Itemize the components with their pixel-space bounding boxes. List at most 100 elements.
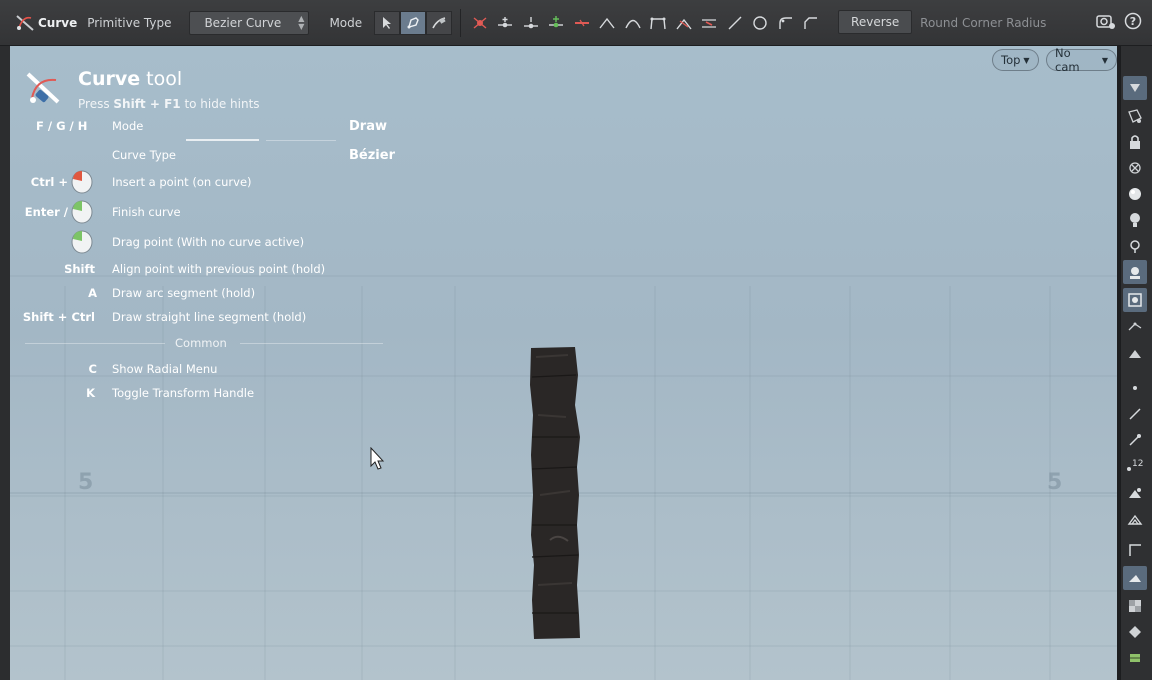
grid-plane-icon[interactable] [1123, 566, 1147, 590]
lock-icon[interactable] [1123, 130, 1147, 154]
mode-indicator-active [186, 139, 259, 141]
curve-tool-large-icon [26, 72, 60, 104]
hint-row-label: Show Radial Menu [112, 362, 218, 376]
straighten-icon[interactable] [722, 11, 748, 35]
mouse-drag-icon [71, 230, 93, 254]
spinner-arrows-icon: ▲ ▼ [298, 14, 305, 31]
mode-label: Mode [329, 16, 363, 30]
section-common-label: Common [175, 336, 227, 350]
primitive-type-value: Bezier Curve [204, 16, 282, 30]
camera-menu-button[interactable]: No cam ▼ [1046, 46, 1117, 74]
hint-key-k: K [86, 386, 95, 400]
point-light-icon[interactable] [1123, 234, 1147, 258]
hint-row-label: Insert a point (on curve) [112, 175, 252, 189]
break-corner-icon[interactable] [671, 11, 697, 35]
hint-row-label: Draw arc segment (hold) [112, 286, 256, 300]
delete-segment-icon[interactable] [569, 11, 595, 35]
diamond-display-icon[interactable] [1123, 620, 1147, 644]
draw-mode-button[interactable] [400, 11, 427, 35]
add-end-point-icon[interactable] [544, 11, 570, 35]
split-point-icon[interactable] [518, 11, 544, 35]
dropdown-arrow-icon: ▼ [1023, 55, 1030, 65]
reference-plane-icon[interactable] [1123, 288, 1147, 312]
vertex-normals-icon[interactable] [1123, 428, 1147, 452]
uv-display-icon[interactable] [1123, 646, 1147, 670]
arc-icon[interactable] [620, 11, 646, 35]
toolbar-right-icons: ? [1096, 12, 1142, 33]
brush-icon [432, 17, 446, 29]
hint-row-label: Align point with previous point (hold) [112, 262, 326, 276]
hint-key-a: A [88, 286, 97, 300]
hint-row-label: Draw straight line segment (hold) [112, 310, 307, 324]
arrow-cursor-icon [383, 17, 392, 29]
camera-view-icon[interactable] [1123, 260, 1147, 284]
select-mode-button[interactable] [374, 11, 401, 35]
svg-text:?: ? [1130, 15, 1136, 28]
tool-name: Curve [38, 16, 78, 30]
prim-numbers-icon[interactable] [1123, 508, 1147, 532]
hint-key-shift: Shift [64, 262, 95, 276]
construction-plane-icon[interactable] [1123, 538, 1147, 562]
hint-row-label: Finish curve [112, 205, 181, 219]
wireframe-icon[interactable] [1123, 316, 1147, 340]
make-smooth-icon[interactable] [595, 11, 621, 35]
mouse-left-click-icon [71, 170, 93, 194]
mouse-middle-click-icon [71, 200, 93, 224]
hint-subtitle: Press Shift + F1 to hide hints [78, 97, 260, 111]
curve-tool-icon [12, 9, 38, 37]
axis-label-left: 5 [78, 470, 94, 495]
pen-icon [407, 17, 419, 29]
mode-hint-label: Mode [112, 119, 144, 133]
flat-shade-icon[interactable] [1123, 342, 1147, 366]
freehand-mode-button[interactable] [426, 11, 453, 35]
separator [460, 9, 462, 37]
close-curve-icon[interactable] [748, 11, 774, 35]
hint-key-ctrl: Ctrl + [30, 175, 68, 189]
reverse-button[interactable]: Reverse [838, 10, 913, 34]
fillet-icon[interactable] [773, 11, 799, 35]
view-menu-button[interactable]: Top ▼ [992, 49, 1039, 71]
checker-background-icon[interactable] [1123, 594, 1147, 618]
point-display-icon[interactable] [1123, 376, 1147, 400]
dropdown-arrow-icon: ▼ [1101, 55, 1108, 65]
point-numbers-icon[interactable]: 12 [1123, 454, 1147, 478]
pointer-display-icon[interactable] [1123, 76, 1147, 100]
shaded-sphere-icon[interactable] [1123, 182, 1147, 206]
corner-points-icon[interactable] [646, 11, 672, 35]
curve-type-hint-value: Bézier [349, 148, 395, 163]
axis-label-right: 5 [1047, 470, 1063, 495]
point-numbers-badge: 12 [1132, 459, 1143, 469]
primitive-type-select[interactable]: Bezier Curve ▲ ▼ [189, 11, 310, 35]
section-divider-right [240, 343, 383, 344]
hint-key-c: C [88, 362, 97, 376]
camera-settings-icon[interactable] [1096, 12, 1116, 33]
hint-key-shift-ctrl: Shift + Ctrl [22, 310, 95, 324]
delete-edge-icon[interactable] [697, 11, 723, 35]
ghost-geometry-icon[interactable] [1123, 104, 1147, 128]
hint-row-label: Drag point (With no curve active) [112, 235, 305, 249]
normals-icon[interactable] [1123, 402, 1147, 426]
mode-indicator-inactive [266, 140, 336, 141]
round-corner-radius-label: Round Corner Radius [920, 16, 1047, 30]
display-options-shelf: 12 [1120, 46, 1152, 680]
delete-point-icon[interactable] [467, 11, 493, 35]
hint-key-enter: Enter / [24, 205, 68, 219]
hint-title: Curve tool [78, 68, 183, 90]
scene-object[interactable] [528, 345, 584, 643]
primitive-display-icon[interactable] [1123, 482, 1147, 506]
snapping-icon[interactable] [1123, 156, 1147, 180]
curve-type-hint-label: Curve Type [112, 148, 176, 162]
primitive-type-label: Primitive Type [87, 16, 172, 30]
help-icon[interactable]: ? [1124, 12, 1142, 33]
mode-hint-value: Draw [349, 119, 387, 134]
mode-button-group [374, 11, 453, 35]
mode-keys: F / G / H [36, 119, 88, 133]
left-edge-panel [0, 46, 10, 680]
section-divider-left [25, 343, 165, 344]
insert-point-icon[interactable] [493, 11, 519, 35]
mouse-cursor-icon [370, 447, 385, 470]
light-bulb-icon[interactable] [1123, 208, 1147, 232]
camera-menu-label: No cam [1055, 46, 1080, 74]
curve-ops-row [467, 11, 824, 35]
chamfer-icon[interactable] [799, 11, 825, 35]
